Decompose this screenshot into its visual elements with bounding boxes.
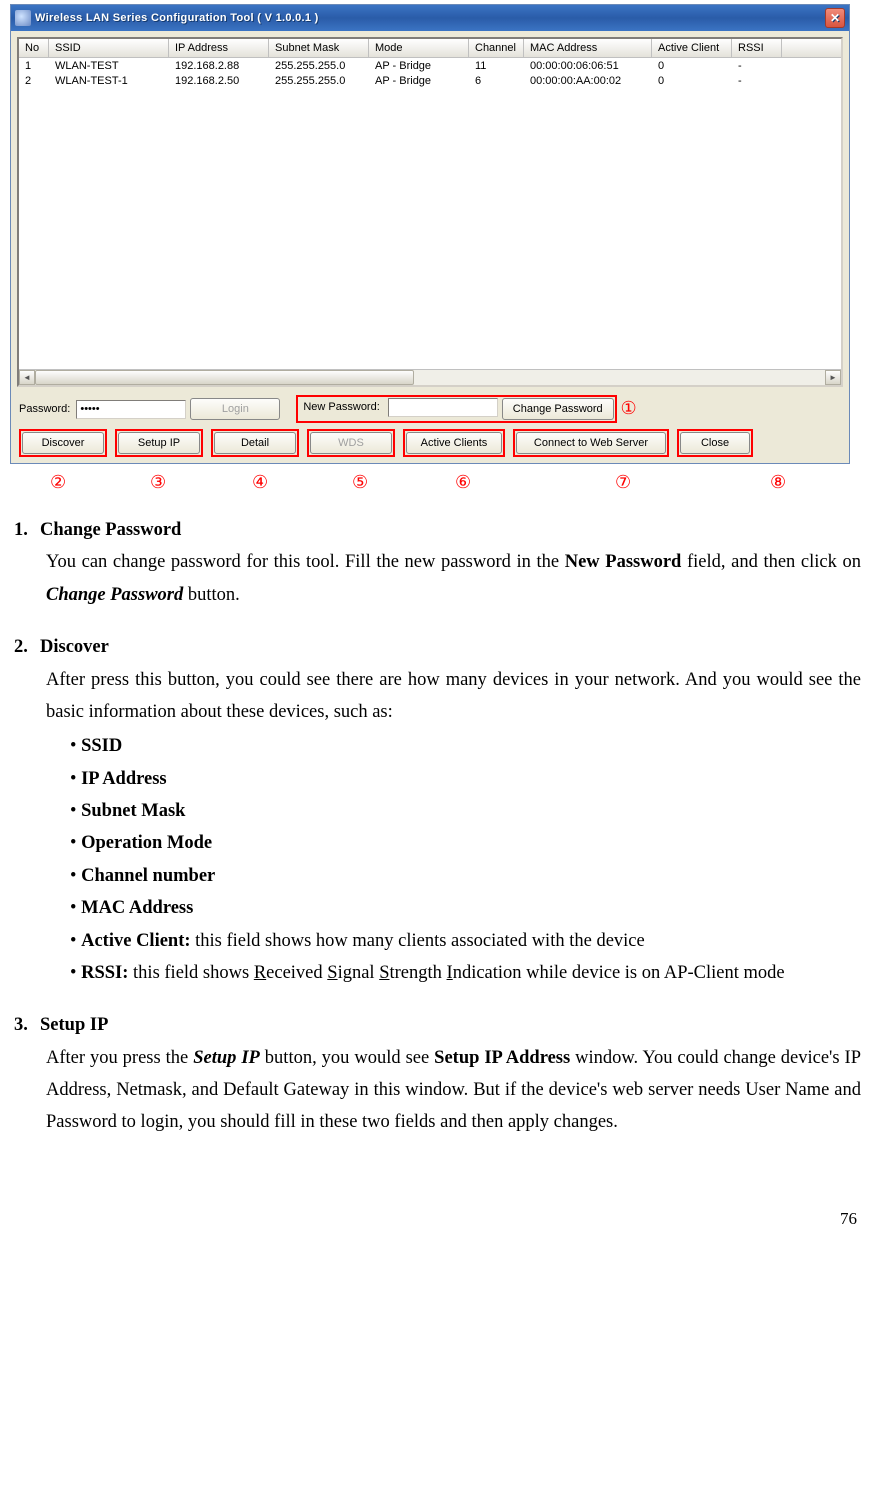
app-window: Wireless LAN Series Configuration Tool (… — [10, 4, 850, 464]
cell-no: 1 — [19, 59, 49, 73]
cell-mode: AP - Bridge — [369, 74, 469, 88]
col-header-mode[interactable]: Mode — [369, 39, 469, 57]
button-row: Discover Setup IP Detail WDS Active Clie… — [19, 429, 841, 457]
col-header-mac[interactable]: MAC Address — [524, 39, 652, 57]
cell-channel: 6 — [469, 74, 524, 88]
section-num: 1. — [14, 514, 40, 546]
cell-mac: 00:00:00:AA:00:02 — [524, 74, 652, 88]
cell-ssid: WLAN-TEST — [49, 59, 169, 73]
app-icon — [15, 10, 31, 26]
annotation-6: ⑥ — [455, 472, 471, 493]
device-grid: No SSID IP Address Subnet Mask Mode Chan… — [17, 37, 843, 387]
section-title: Setup IP — [40, 1015, 108, 1035]
change-password-button[interactable]: Change Password — [502, 398, 614, 420]
annotation-7: ⑦ — [615, 472, 631, 493]
cell-channel: 11 — [469, 59, 524, 73]
list-item: Active Client: this field shows how many… — [70, 925, 861, 957]
list-item: SSID — [70, 730, 861, 762]
cell-mask: 255.255.255.0 — [269, 74, 369, 88]
annotation-1: ① — [621, 398, 637, 419]
list-item: Channel number — [70, 860, 861, 892]
list-item: Subnet Mask — [70, 795, 861, 827]
horizontal-scrollbar[interactable]: ◄ ► — [19, 369, 841, 385]
active-clients-button[interactable]: Active Clients — [406, 432, 502, 454]
list-item: MAC Address — [70, 892, 861, 924]
cell-ssid: WLAN-TEST-1 — [49, 74, 169, 88]
section-body: You can change password for this tool. F… — [46, 546, 861, 611]
page-number: 76 — [0, 1179, 871, 1239]
grid-body[interactable]: 1 WLAN-TEST 192.168.2.88 255.255.255.0 A… — [19, 58, 841, 369]
scroll-thumb[interactable] — [35, 370, 414, 385]
bullet-list: SSID IP Address Subnet Mask Operation Mo… — [70, 730, 861, 989]
cell-mode: AP - Bridge — [369, 59, 469, 73]
connect-web-server-button[interactable]: Connect to Web Server — [516, 432, 666, 454]
col-header-ip[interactable]: IP Address — [169, 39, 269, 57]
password-label: Password: — [19, 403, 70, 415]
password-input[interactable] — [76, 400, 186, 419]
annotation-5: ⑤ — [352, 472, 368, 493]
col-header-active-client[interactable]: Active Client — [652, 39, 732, 57]
cell-active-client: 0 — [652, 59, 732, 73]
section-body: After press this button, you could see t… — [46, 664, 861, 729]
grid-header: No SSID IP Address Subnet Mask Mode Chan… — [19, 39, 841, 58]
window-title: Wireless LAN Series Configuration Tool (… — [35, 12, 825, 24]
login-button[interactable]: Login — [190, 398, 280, 420]
col-header-channel[interactable]: Channel — [469, 39, 524, 57]
new-password-label: New Password: — [299, 398, 381, 420]
scroll-right-button[interactable]: ► — [825, 370, 841, 385]
window-close-button[interactable]: ✕ — [825, 8, 845, 28]
annotation-3: ③ — [150, 472, 166, 493]
section-change-password: 1.Change Password You can change passwor… — [14, 514, 861, 611]
list-item: Operation Mode — [70, 827, 861, 859]
table-row[interactable]: 2 WLAN-TEST-1 192.168.2.50 255.255.255.0… — [19, 73, 841, 88]
annotation-4: ④ — [252, 472, 268, 493]
titlebar: Wireless LAN Series Configuration Tool (… — [11, 5, 849, 31]
col-header-rssi[interactable]: RSSI — [732, 39, 782, 57]
cell-rssi: - — [732, 59, 782, 73]
section-title: Change Password — [40, 520, 181, 540]
section-title: Discover — [40, 637, 109, 657]
detail-button[interactable]: Detail — [214, 432, 296, 454]
col-header-mask[interactable]: Subnet Mask — [269, 39, 369, 57]
cell-no: 2 — [19, 74, 49, 88]
section-num: 2. — [14, 631, 40, 663]
annotation-row: ② ③ ④ ⑤ ⑥ ⑦ ⑧ — [0, 472, 871, 492]
scroll-left-button[interactable]: ◄ — [19, 370, 35, 385]
close-button[interactable]: Close — [680, 432, 750, 454]
annotation-8: ⑧ — [770, 472, 786, 493]
section-num: 3. — [14, 1009, 40, 1041]
list-item: IP Address — [70, 763, 861, 795]
discover-button[interactable]: Discover — [22, 432, 104, 454]
password-row: Password: Login New Password: Change Pas… — [19, 395, 841, 423]
scroll-track[interactable] — [35, 370, 825, 385]
col-header-no[interactable]: No — [19, 39, 49, 57]
document-body: 1.Change Password You can change passwor… — [0, 510, 871, 1179]
cell-ip: 192.168.2.88 — [169, 59, 269, 73]
setup-ip-button[interactable]: Setup IP — [118, 432, 200, 454]
new-password-input[interactable] — [388, 398, 498, 417]
table-row[interactable]: 1 WLAN-TEST 192.168.2.88 255.255.255.0 A… — [19, 58, 841, 73]
cell-ip: 192.168.2.50 — [169, 74, 269, 88]
annotation-2: ② — [50, 472, 66, 493]
cell-mask: 255.255.255.0 — [269, 59, 369, 73]
col-header-ssid[interactable]: SSID — [49, 39, 169, 57]
section-discover: 2.Discover After press this button, you … — [14, 631, 861, 989]
cell-mac: 00:00:00:06:06:51 — [524, 59, 652, 73]
cell-active-client: 0 — [652, 74, 732, 88]
section-setup-ip: 3.Setup IP After you press the Setup IP … — [14, 1009, 861, 1139]
wds-button[interactable]: WDS — [310, 432, 392, 454]
section-body: After you press the Setup IP button, you… — [46, 1042, 861, 1139]
cell-rssi: - — [732, 74, 782, 88]
list-item: RSSI: this field shows Received Signal S… — [70, 957, 861, 989]
